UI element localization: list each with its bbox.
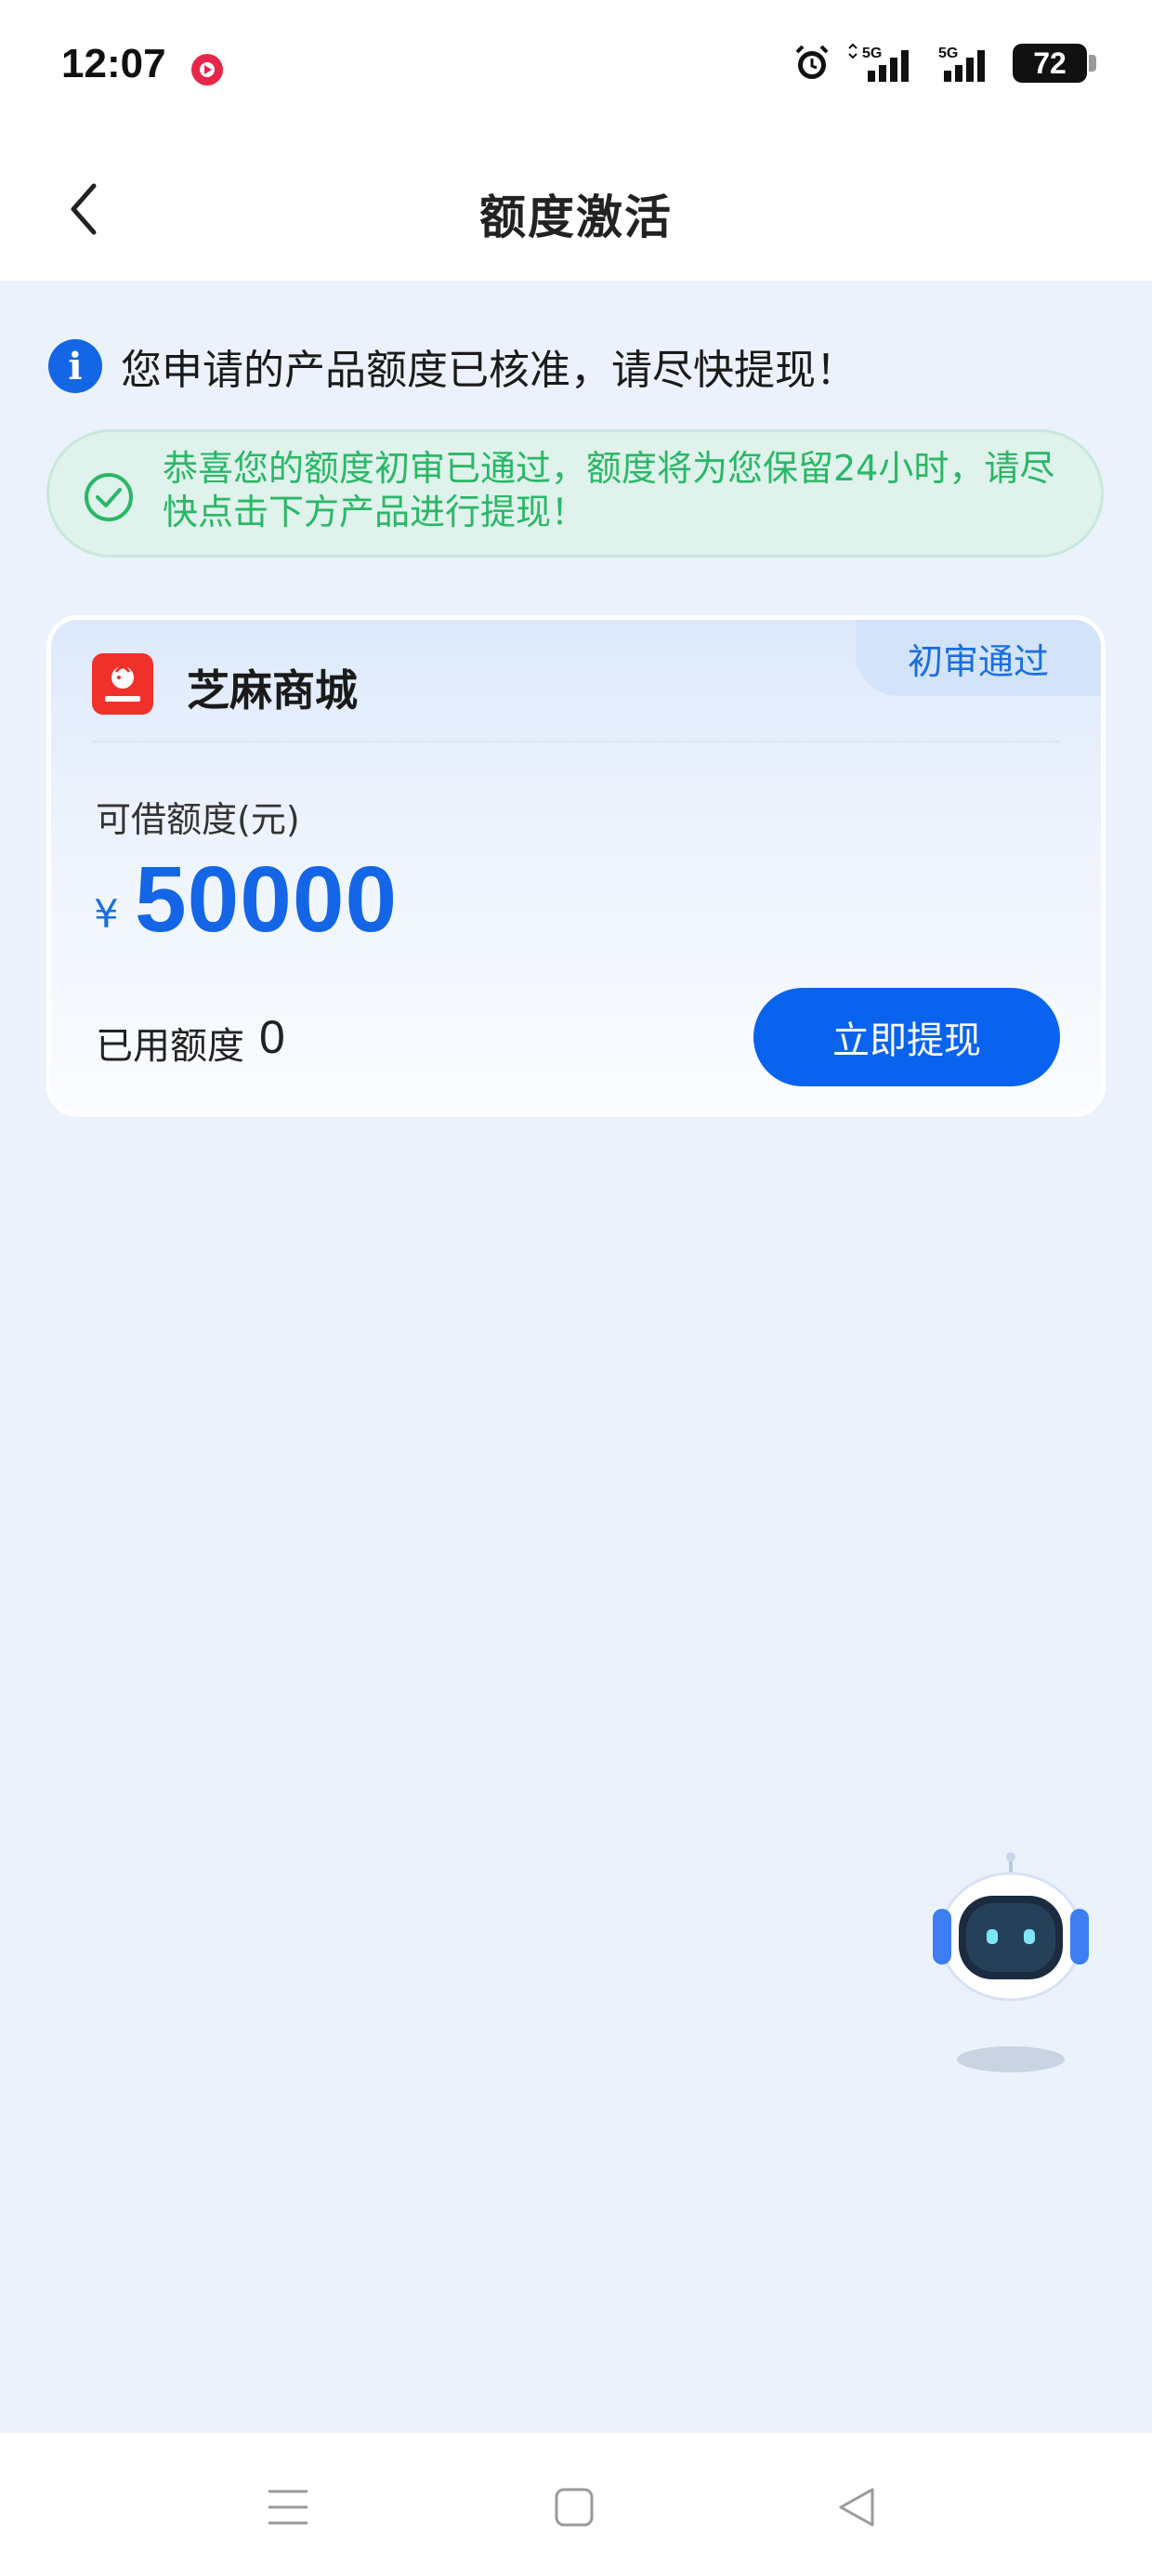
menu-button[interactable]: [260, 2479, 316, 2535]
brand-logo-icon: [105, 665, 140, 702]
product-card[interactable]: 初审通过 芝麻商城 可借额度(元) ¥ 50000 已用额度 0 立即提现: [46, 615, 1106, 1117]
info-icon: i: [48, 339, 102, 393]
back-triangle-icon: [839, 2488, 874, 2527]
withdraw-button[interactable]: 立即提现: [753, 988, 1060, 1086]
limit-amount: 50000: [135, 848, 399, 952]
brand-logo: [92, 653, 153, 715]
signal-icon-2: 5G: [938, 46, 985, 82]
alarm-icon: [795, 45, 829, 79]
notice-banner: i 您申请的产品额度已核准，请尽快提现！: [48, 336, 857, 396]
signal-icon: 5G: [848, 43, 909, 82]
used-limit-value: 0: [259, 1011, 285, 1063]
status-badge: 初审通过: [856, 620, 1101, 696]
svg-text:5G: 5G: [862, 46, 882, 61]
notice-text: 您申请的产品额度已核准，请尽快提现！: [121, 347, 857, 394]
robot-assistant-icon[interactable]: [925, 1847, 1096, 2089]
page-title: 额度激活: [479, 191, 673, 244]
status-bar: 12:07 5G 5G 72: [0, 0, 1152, 139]
battery-indicator: 72: [1013, 44, 1096, 83]
system-nav-bar: [0, 2433, 1152, 2576]
home-button[interactable]: [546, 2479, 602, 2535]
status-indicators: 5G 5G 72: [792, 43, 1096, 84]
success-text: 恭喜您的额度初审已通过，额度将为您保留24小时，请尽快点击下方产品进行提现！: [163, 448, 1055, 532]
back-system-button[interactable]: [829, 2479, 884, 2535]
app-notification-icon: [191, 54, 223, 85]
check-circle-icon: [85, 473, 133, 521]
menu-icon: [268, 2490, 308, 2525]
currency-symbol: ¥: [94, 891, 119, 937]
svg-text:5G: 5G: [938, 46, 958, 61]
card-divider: [92, 741, 1060, 743]
limit-label: 可借额度(元): [96, 799, 300, 840]
home-square-icon: [555, 2488, 594, 2527]
used-limit-label: 已用额度: [96, 1025, 244, 1068]
nav-bar: 额度激活: [0, 139, 1152, 281]
main-content: i 您申请的产品额度已核准，请尽快提现！ 恭喜您的额度初审已通过，额度将为您保留…: [0, 281, 1152, 2433]
success-message: 恭喜您的额度初审已通过，额度将为您保留24小时，请尽快点击下方产品进行提现！: [46, 429, 1104, 558]
status-time: 12:07: [61, 41, 166, 86]
brand-name: 芝麻商城: [187, 665, 358, 716]
